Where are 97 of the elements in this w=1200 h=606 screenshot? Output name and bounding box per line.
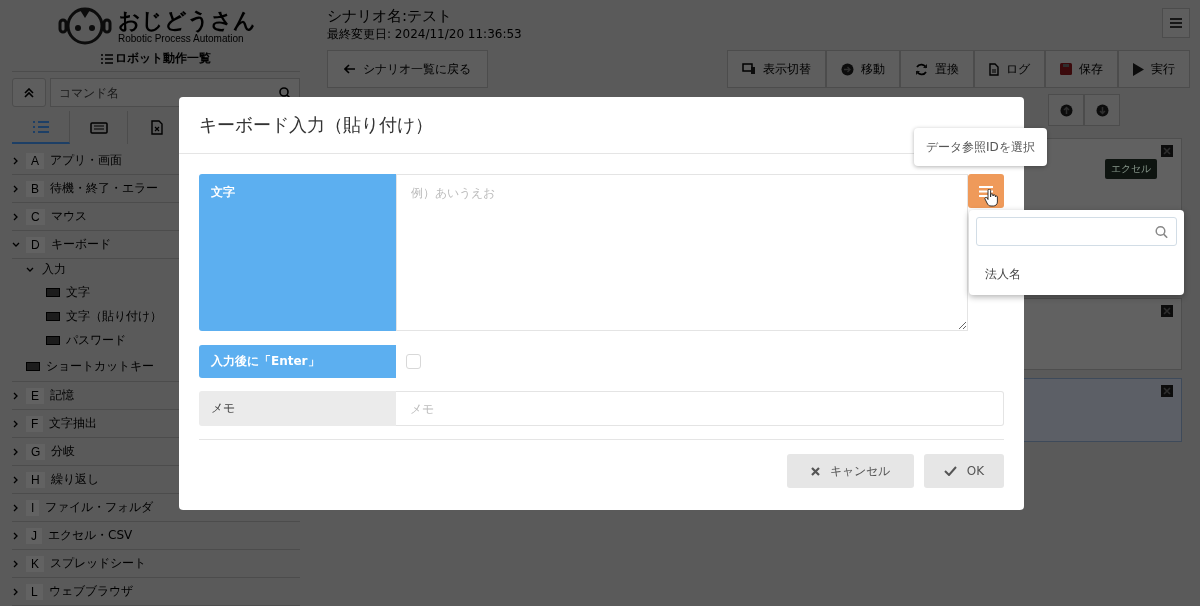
chevron-right-icon[interactable] [12, 184, 20, 193]
field-label: メモ [199, 391, 396, 426]
category-letter: E [26, 387, 44, 404]
category-item[interactable]: 分岐 [51, 443, 76, 460]
arrow-down-circle-icon [1095, 103, 1109, 117]
keyboard-icon [26, 362, 40, 371]
category-letter: D [26, 236, 45, 253]
text-area[interactable]: 例）あいうえお [396, 174, 968, 331]
category-item[interactable]: エクセル・CSV [48, 527, 133, 544]
arrow-left-icon [344, 64, 356, 74]
scenario-title: シナリオ名:テスト [327, 7, 454, 26]
dropdown-search-field[interactable] [976, 217, 1177, 246]
list-icon [32, 119, 49, 134]
keyboard-icon [46, 335, 60, 345]
sidebar-tab[interactable] [12, 111, 70, 144]
category-letter: I [26, 499, 40, 516]
chevron-right-icon[interactable] [12, 447, 20, 456]
dropdown-item[interactable]: 法人名 [969, 266, 1021, 283]
memo-field[interactable]: メモ [396, 391, 1004, 426]
back-button[interactable]: シナリオ一覧に戻る [327, 50, 488, 88]
category-letter: J [26, 527, 42, 544]
hand-cursor-icon [984, 189, 998, 207]
chevron-right-icon[interactable] [12, 587, 20, 596]
collapse-button[interactable] [12, 78, 46, 108]
category-letter: L [26, 583, 43, 600]
field-label: 入力後に「Enter」 [199, 345, 396, 378]
chevron-right-icon[interactable] [12, 559, 20, 568]
command-item[interactable]: ショートカットキー [46, 358, 154, 375]
menu-icon [1170, 18, 1182, 28]
menu-button[interactable] [1162, 8, 1190, 38]
checkbox[interactable] [406, 354, 421, 369]
category-item[interactable]: 文字抽出 [49, 415, 98, 432]
chevron-right-icon[interactable] [12, 503, 20, 512]
chevron-right-icon[interactable] [12, 475, 20, 484]
chevron-down-icon[interactable] [12, 240, 20, 249]
subcategory-item[interactable]: 入力 [42, 261, 66, 278]
refresh-icon [915, 62, 928, 76]
category-letter: F [26, 415, 44, 432]
category-letter: C [26, 208, 45, 225]
category-item[interactable]: 記憶 [50, 387, 74, 404]
list-icon [101, 53, 113, 64]
keyboard-icon [46, 311, 60, 321]
tooltip: データ参照IDを選択 [914, 128, 1047, 166]
toolbar-button[interactable]: ログ [974, 50, 1045, 88]
play-icon [1133, 62, 1144, 76]
chevron-right-icon[interactable] [12, 419, 20, 428]
category-item[interactable]: キーボード [50, 236, 111, 253]
list-icon [979, 185, 993, 197]
category-letter: K [26, 555, 44, 572]
close-icon [811, 466, 820, 476]
category-item[interactable]: 待機・終了・エラー [50, 180, 158, 197]
cancel-button[interactable]: キャンセル [787, 454, 914, 488]
toolbar-button[interactable]: 移動 [826, 50, 900, 88]
command-item[interactable]: 文字（貼り付け） [66, 307, 162, 325]
chevron-right-icon[interactable] [12, 531, 20, 540]
field-label: 文字 [199, 174, 396, 331]
chevron-down-icon[interactable] [26, 265, 34, 274]
toolbar-button[interactable]: 保存 [1045, 50, 1118, 88]
category-item[interactable]: ファイル・フォルダ [45, 499, 154, 516]
toolbar-button[interactable]: 表示切替 [727, 50, 826, 88]
command-item[interactable]: 文字 [66, 283, 90, 301]
category-item[interactable]: スプレッドシート [50, 555, 146, 572]
checkmark-icon [943, 466, 957, 476]
command-item[interactable]: パスワード [66, 331, 126, 349]
category-letter: G [26, 443, 46, 460]
screens-icon [742, 63, 756, 75]
category-letter: B [26, 180, 44, 197]
logo-tagline: Robotic Process Automation [118, 32, 245, 44]
ok-button[interactable]: OK [924, 454, 1004, 488]
spreadsheet-file-icon [150, 120, 163, 136]
search-icon [1155, 225, 1168, 238]
robot-logo-icon [56, 6, 114, 46]
category-letter: A [26, 152, 44, 169]
dialog-title: キーボード入力（貼り付け） [199, 113, 433, 137]
category-item[interactable]: アプリ・画面 [50, 152, 122, 169]
chevron-right-icon[interactable] [12, 156, 20, 165]
document-icon [989, 62, 999, 76]
logo-name: おじどうさん [118, 8, 256, 33]
category-letter: H [26, 471, 45, 488]
keyboard-icon [46, 287, 60, 297]
chevron-right-icon[interactable] [12, 212, 20, 221]
sidebar-title: ロボット動作一覧 [115, 50, 211, 68]
category-item[interactable]: マウス [50, 208, 87, 225]
move-down-button[interactable] [1084, 94, 1120, 126]
last-modified: 最終変更日: 2024/11/20 11:36:53 [327, 26, 522, 43]
double-caret-icon [24, 87, 34, 98]
search-icon [279, 86, 291, 99]
category-item[interactable]: 繰り返し [50, 471, 99, 488]
category-badge: エクセル [1105, 159, 1157, 179]
arrow-up-circle-icon [1059, 103, 1073, 117]
category-item[interactable]: ウェブブラウザ [48, 583, 133, 600]
toolbar-button[interactable]: 置換 [900, 50, 974, 88]
chevron-right-icon[interactable] [12, 391, 20, 400]
move-up-button[interactable] [1048, 94, 1084, 126]
arrow-circle-icon [841, 62, 854, 76]
keyboard-icon [89, 121, 108, 134]
toolbar-button[interactable]: 実行 [1118, 50, 1190, 88]
